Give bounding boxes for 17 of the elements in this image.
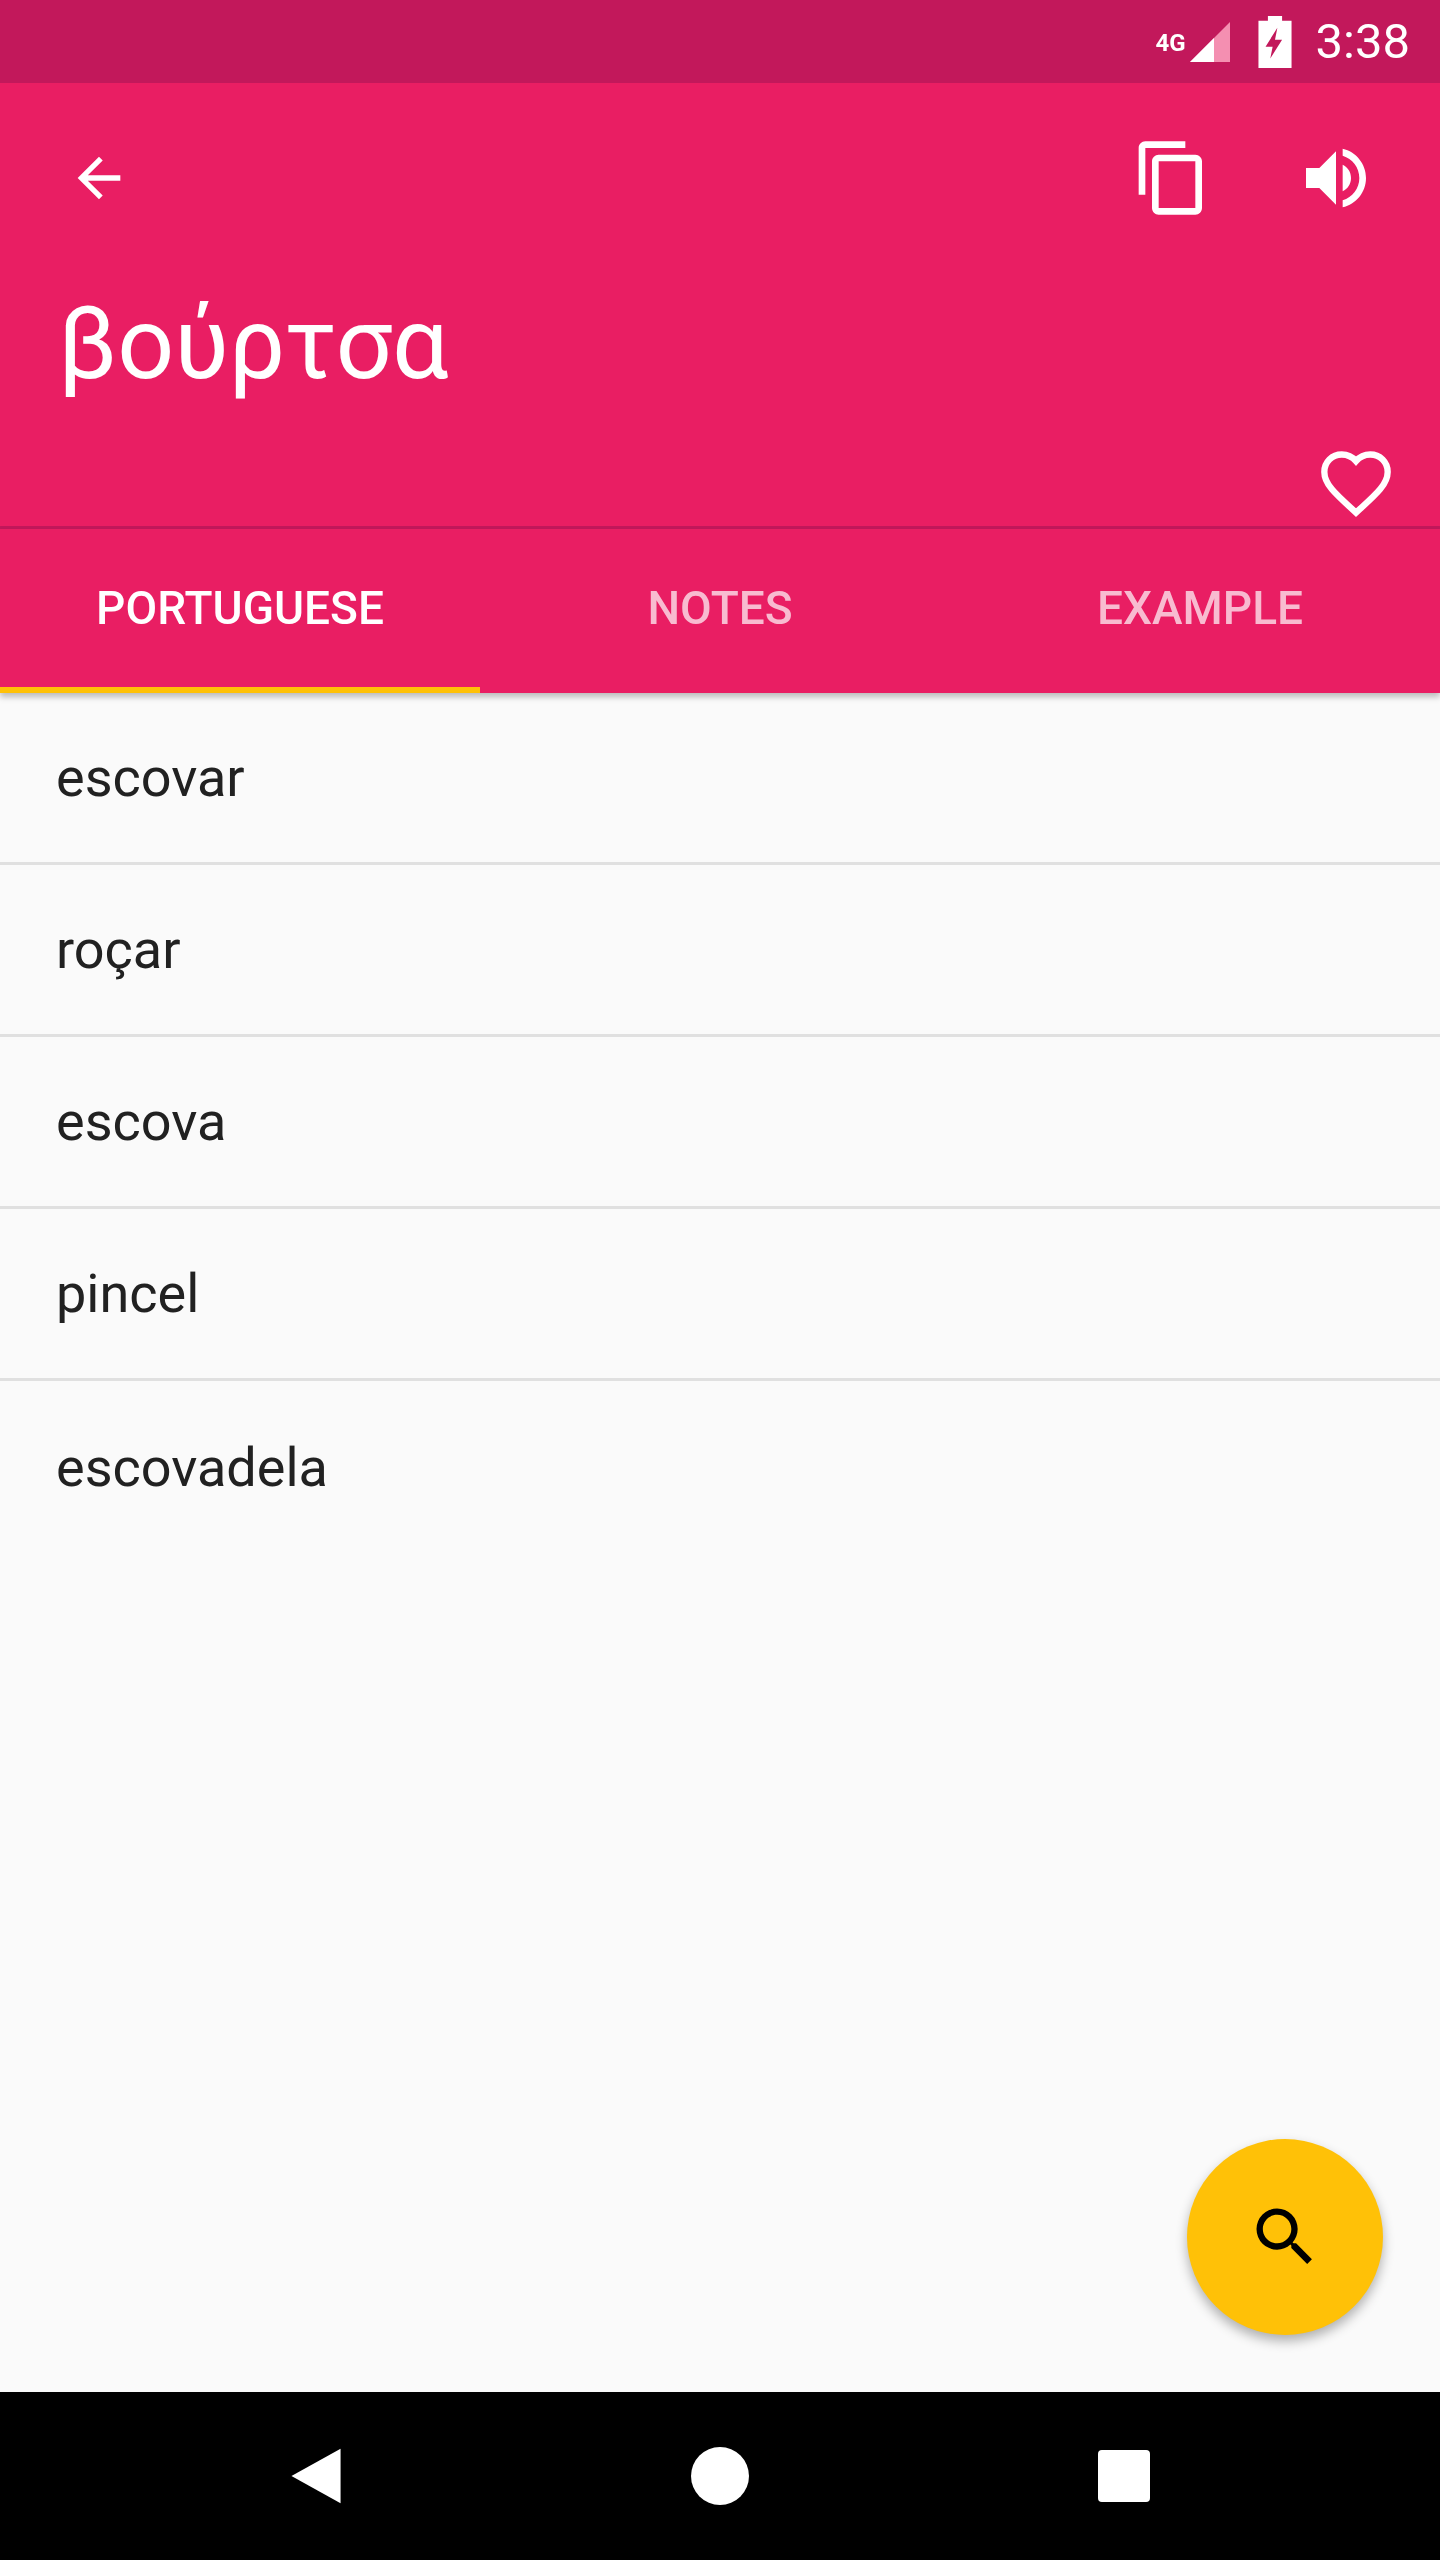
tab[interactable]: PORTUGUESE — [0, 529, 480, 693]
translation-text: escovadela — [56, 1434, 328, 1501]
translation-row[interactable]: pincel — [0, 1209, 1440, 1381]
battery-charging-icon — [1257, 15, 1292, 68]
circle-home-icon — [691, 2447, 749, 2505]
translation-row[interactable]: escovar — [0, 693, 1440, 865]
translation-row[interactable]: escova — [0, 1037, 1440, 1209]
translation-text: escovar — [56, 745, 245, 811]
square-recents-icon — [1098, 2450, 1150, 2502]
word-title: βούρτσα — [58, 284, 449, 404]
status-time: 3:38 — [1315, 17, 1410, 66]
translation-text: pincel — [56, 1261, 200, 1327]
translation-text: escova — [56, 1089, 227, 1155]
translation-row[interactable]: roçar — [0, 865, 1440, 1037]
translation-row[interactable]: escovadela — [0, 1381, 1440, 1553]
translation-text: roçar — [56, 917, 181, 983]
network-type: 4G — [1155, 30, 1186, 55]
